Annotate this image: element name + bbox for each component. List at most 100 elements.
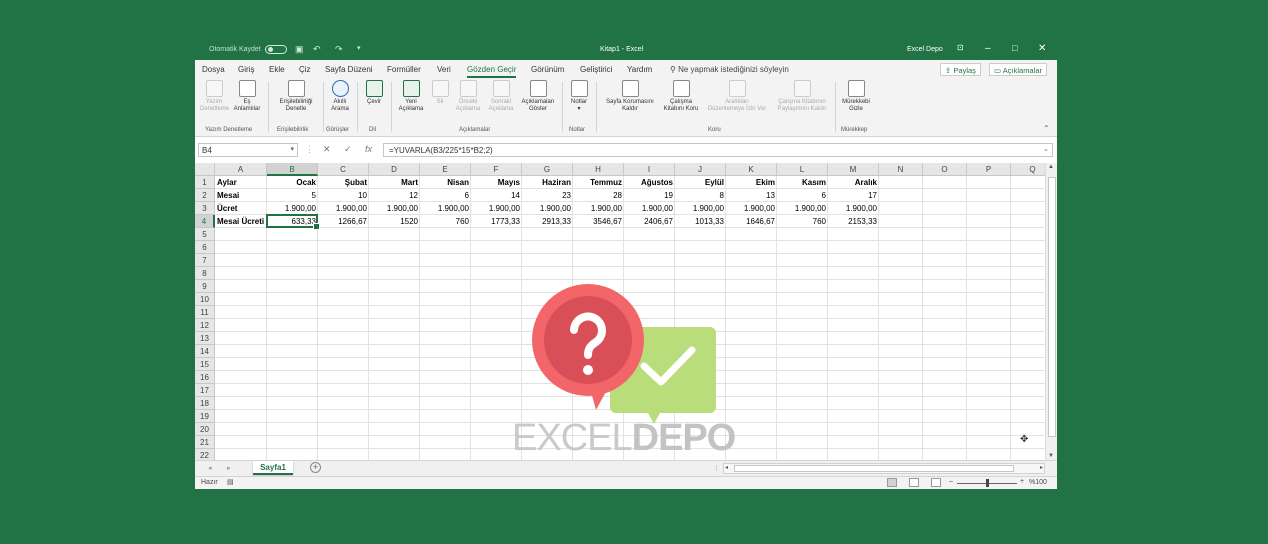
cell-h4[interactable]: 3546,67 — [573, 215, 624, 228]
cell-h3[interactable]: 1.900,00 — [573, 202, 624, 215]
cell-j1[interactable]: Eylül — [675, 176, 726, 189]
cell-e2[interactable]: 6 — [420, 189, 471, 202]
zoom-out-icon[interactable]: – — [949, 478, 953, 485]
column-header-q[interactable]: Q — [1011, 163, 1045, 176]
hide-ink-button[interactable]: Mürekkebi Gizle — [838, 80, 874, 113]
cell-b1[interactable]: Ocak — [267, 176, 318, 189]
customize-qat-icon[interactable]: ▾ — [357, 44, 361, 52]
cell-l2[interactable]: 6 — [777, 189, 828, 202]
cell-j2[interactable]: 8 — [675, 189, 726, 202]
column-header-h[interactable]: H — [573, 163, 624, 176]
row-header-7[interactable]: 7 — [195, 254, 215, 267]
row-header-3[interactable]: 3 — [195, 202, 215, 215]
cell-i2[interactable]: 19 — [624, 189, 675, 202]
cell-c1[interactable]: Şubat — [318, 176, 369, 189]
row-header-9[interactable]: 9 — [195, 280, 215, 293]
row-header-5[interactable]: 5 — [195, 228, 215, 241]
row-header-1[interactable]: 1 — [195, 176, 215, 189]
cell-j4[interactable]: 1013,33 — [675, 215, 726, 228]
tab-ciz[interactable]: Çiz — [299, 65, 311, 74]
tab-sayfa-duzeni[interactable]: Sayfa Düzeni — [325, 65, 373, 74]
cell-g1[interactable]: Haziran — [522, 176, 573, 189]
row-header-11[interactable]: 11 — [195, 306, 215, 319]
row-header-6[interactable]: 6 — [195, 241, 215, 254]
row-header-13[interactable]: 13 — [195, 332, 215, 345]
cell-m3[interactable]: 1.900,00 — [828, 202, 879, 215]
row-header-12[interactable]: 12 — [195, 319, 215, 332]
vertical-scroll-thumb[interactable] — [1048, 177, 1056, 437]
cell-e3[interactable]: 1.900,00 — [420, 202, 471, 215]
allow-edit-ranges-button[interactable]: Aralıkları Düzenlemeye İzin Ver — [703, 80, 771, 113]
cell-c2[interactable]: 10 — [318, 189, 369, 202]
sheet-tab-sayfa1[interactable]: Sayfa1 — [253, 461, 293, 475]
cell-m4[interactable]: 2153,33 — [828, 215, 879, 228]
cell-d1[interactable]: Mart — [369, 176, 420, 189]
unprotect-sheet-button[interactable]: Sayfa Korumasını Kaldır — [600, 80, 660, 113]
cell-f2[interactable]: 14 — [471, 189, 522, 202]
page-break-view-button[interactable] — [931, 478, 941, 487]
scroll-up-icon[interactable]: ▲ — [1048, 164, 1054, 170]
cell-b2[interactable]: 5 — [267, 189, 318, 202]
cell-i1[interactable]: Ağustos — [624, 176, 675, 189]
cell-k4[interactable]: 1646,67 — [726, 215, 777, 228]
cell-a3[interactable]: Ücret — [215, 202, 267, 215]
tab-gelistirici[interactable]: Geliştirici — [580, 65, 612, 74]
enter-icon[interactable]: ✓ — [344, 144, 352, 155]
column-header-b[interactable]: B — [267, 163, 318, 176]
maximize-button[interactable]: □ — [1012, 43, 1017, 53]
horizontal-scrollbar[interactable]: ◂ ▸ — [723, 463, 1045, 474]
row-header-14[interactable]: 14 — [195, 345, 215, 358]
cell-l1[interactable]: Kasım — [777, 176, 828, 189]
autosave-toggle[interactable] — [265, 45, 287, 54]
cell-g2[interactable]: 23 — [522, 189, 573, 202]
page-layout-view-button[interactable] — [909, 478, 919, 487]
column-header-e[interactable]: E — [420, 163, 471, 176]
cell-h1[interactable]: Temmuz — [573, 176, 624, 189]
cancel-icon[interactable]: ✕ — [323, 144, 331, 155]
cell-f3[interactable]: 1.900,00 — [471, 202, 522, 215]
undo-icon[interactable]: ↶ — [313, 44, 321, 55]
macro-record-icon[interactable]: ▤ — [227, 478, 234, 486]
unshare-workbook-button[interactable]: Çalışma Kitabının Paylaşımını Kaldır — [773, 80, 831, 113]
redo-icon[interactable]: ↷ — [335, 44, 343, 55]
next-comment-button[interactable]: Sonraki Açıklama — [485, 80, 517, 113]
new-comment-button[interactable]: Yeni Açıklama — [396, 80, 426, 113]
cell-i4[interactable]: 2406,67 — [624, 215, 675, 228]
name-box[interactable]: B4 ▾ — [198, 143, 298, 157]
zoom-in-icon[interactable]: + — [1020, 478, 1024, 485]
tab-veri[interactable]: Veri — [437, 65, 451, 74]
cell-l3[interactable]: 1.900,00 — [777, 202, 828, 215]
column-header-i[interactable]: I — [624, 163, 675, 176]
tab-split-handle[interactable]: ⋮ — [713, 464, 720, 472]
row-header-15[interactable]: 15 — [195, 358, 215, 371]
vertical-scrollbar[interactable]: ▲ ▼ — [1045, 163, 1057, 460]
add-sheet-icon[interactable]: + — [310, 462, 321, 473]
close-button[interactable]: ✕ — [1038, 43, 1046, 54]
zoom-level[interactable]: %100 — [1029, 479, 1047, 486]
cell-k1[interactable]: Ekim — [726, 176, 777, 189]
cell-g3[interactable]: 1.900,00 — [522, 202, 573, 215]
tab-giris[interactable]: Giriş — [238, 65, 254, 74]
tab-gozden-gecir[interactable]: Gözden Geçir — [467, 65, 517, 78]
collapse-ribbon-icon[interactable]: ⌃ — [1043, 124, 1050, 133]
ribbon-display-icon[interactable]: ⊡ — [957, 43, 964, 52]
cell-k2[interactable]: 13 — [726, 189, 777, 202]
column-header-d[interactable]: D — [369, 163, 420, 176]
column-header-f[interactable]: F — [471, 163, 522, 176]
name-box-dropdown-icon[interactable]: ▾ — [290, 145, 294, 153]
tab-ekle[interactable]: Ekle — [269, 65, 285, 74]
zoom-slider-knob[interactable] — [986, 479, 989, 487]
scroll-right-icon[interactable]: ▸ — [1040, 464, 1043, 471]
column-header-c[interactable]: C — [318, 163, 369, 176]
row-header-20[interactable]: 20 — [195, 423, 215, 436]
translate-button[interactable]: Çevir — [361, 80, 387, 106]
cell-a4[interactable]: Mesai Ücreti — [215, 215, 267, 228]
row-header-4[interactable]: 4 — [195, 215, 215, 228]
cell-l4[interactable]: 760 — [777, 215, 828, 228]
active-cell-selection[interactable] — [266, 214, 320, 230]
cell-g4[interactable]: 2913,33 — [522, 215, 573, 228]
scroll-left-icon[interactable]: ◂ — [725, 464, 728, 471]
cell-a2[interactable]: Mesai — [215, 189, 267, 202]
spelling-button[interactable]: Yazım Denetleme — [200, 80, 229, 113]
cell-m2[interactable]: 17 — [828, 189, 879, 202]
